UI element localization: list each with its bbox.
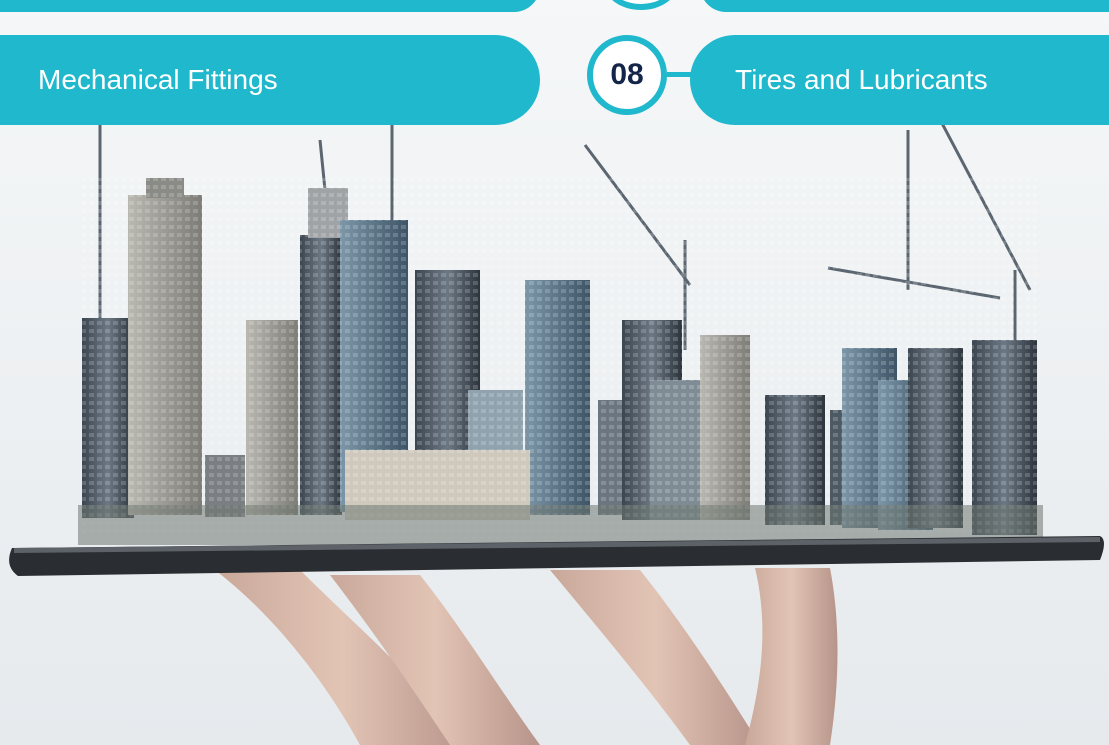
previous-item-pill-left [0,0,540,12]
tires-and-lubricants-pill: Tires and Lubricants [690,35,1109,125]
previous-item-pill-right [700,0,1109,12]
number-08-badge: 08 [587,35,667,115]
mechanical-fittings-pill: Mechanical Fittings [0,35,540,125]
mechanical-fittings-label: Mechanical Fittings [38,64,278,95]
number-08-text: 08 [610,58,644,91]
tires-and-lubricants-label: Tires and Lubricants [735,64,988,95]
